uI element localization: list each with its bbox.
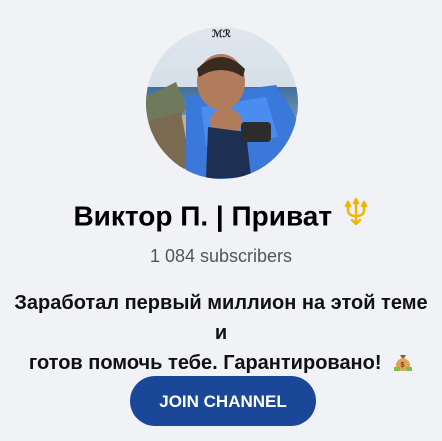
svg-text:$: $ [401,362,405,369]
channel-avatar: ℳℛ [146,27,298,179]
channel-title-row: Виктор П. | Приват [0,197,442,233]
channel-name: Виктор П. | Приват [73,200,333,232]
money-bag-emoji-icon: $ [393,351,413,381]
join-channel-button[interactable]: JOIN CHANNEL [130,376,316,426]
avatar-photo: ℳℛ [146,27,298,179]
channel-description: Заработал первый миллион на этой теме и … [10,288,432,381]
subscriber-count: 1 084 subscribers [149,246,293,266]
description-line-1: Заработал первый миллион на этой теме и [14,292,428,344]
channel-card: ℳℛ Виктор П. | Приват 1 084 subscribers … [0,0,442,441]
trident-icon [343,197,369,231]
avatar-caption-glyph: ℳℛ [212,28,231,40]
description-line-2-text: готов помочь тебе. Гарантировано! [28,352,382,374]
